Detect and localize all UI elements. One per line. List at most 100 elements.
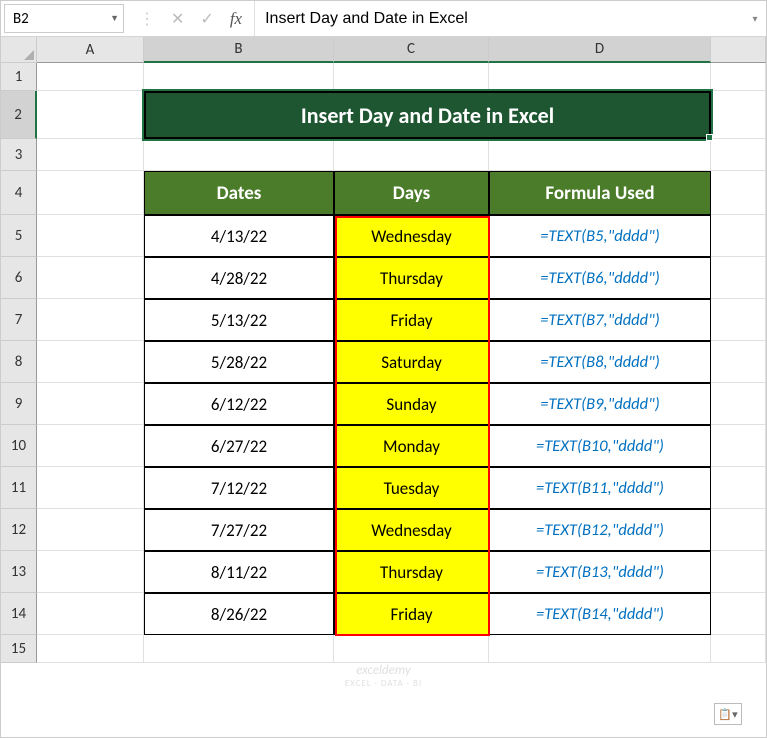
cell-B1[interactable] [144,63,334,91]
cell-formula-7[interactable]: =TEXT(B7,"dddd") [489,299,711,341]
row-header-15[interactable]: 15 [1,635,37,663]
cell-dates-13[interactable]: 8/11/22 [144,551,334,593]
row-header-13[interactable]: 13 [1,551,37,593]
cell-C1[interactable] [334,63,489,91]
header-days[interactable]: Days [334,171,489,215]
header-formula[interactable]: Formula Used [489,171,711,215]
cell-C3[interactable] [334,139,489,171]
cell-formula-6[interactable]: =TEXT(B6,"dddd") [489,257,711,299]
cell-days-14[interactable]: Friday [334,593,489,635]
cell-E11[interactable] [711,467,766,509]
cell-E13[interactable] [711,551,766,593]
cell-B3[interactable] [144,139,334,171]
cell-days-8[interactable]: Saturday [334,341,489,383]
cell-A12[interactable] [37,509,144,551]
row-header-12[interactable]: 12 [1,509,37,551]
cell-E8[interactable] [711,341,766,383]
cell-E5[interactable] [711,215,766,257]
cell-A2[interactable] [37,91,144,139]
cell-days-12[interactable]: Wednesday [334,509,489,551]
row-header-8[interactable]: 8 [1,341,37,383]
row-header-5[interactable]: 5 [1,215,37,257]
row-header-2[interactable]: 2 [1,91,37,139]
paste-options-button[interactable]: 📋▾ [714,703,742,725]
cell-formula-13[interactable]: =TEXT(B13,"dddd") [489,551,711,593]
cell-days-13[interactable]: Thursday [334,551,489,593]
cell-D1[interactable] [489,63,711,91]
cell-A8[interactable] [37,341,144,383]
cell-D3[interactable] [489,139,711,171]
cell-E6[interactable] [711,257,766,299]
cell-A10[interactable] [37,425,144,467]
cell-days-7[interactable]: Friday [334,299,489,341]
expand-formula-bar-icon[interactable]: ▾ [744,1,766,36]
cell-formula-10[interactable]: =TEXT(B10,"dddd") [489,425,711,467]
row-header-3[interactable]: 3 [1,139,37,171]
cell-days-5[interactable]: Wednesday [334,215,489,257]
cell-days-6[interactable]: Thursday [334,257,489,299]
cell-A11[interactable] [37,467,144,509]
row-header-7[interactable]: 7 [1,299,37,341]
cell-formula-8[interactable]: =TEXT(B8,"dddd") [489,341,711,383]
cell-E4[interactable] [711,171,766,215]
row-header-1[interactable]: 1 [1,63,37,91]
row-header-14[interactable]: 14 [1,593,37,635]
cell-days-11[interactable]: Tuesday [334,467,489,509]
chevron-down-icon[interactable]: ▼ [110,13,119,24]
cell-E9[interactable] [711,383,766,425]
select-all-corner[interactable] [1,37,37,63]
cell-E7[interactable] [711,299,766,341]
cell-A15[interactable] [37,635,144,663]
cell-dates-12[interactable]: 7/27/22 [144,509,334,551]
formula-bar-input[interactable] [255,1,744,36]
cell-A1[interactable] [37,63,144,91]
row-header-11[interactable]: 11 [1,467,37,509]
cell-A14[interactable] [37,593,144,635]
col-header-D[interactable]: D [489,37,711,63]
cell-E15[interactable] [711,635,766,663]
title-cell[interactable]: Insert Day and Date in Excel [144,91,711,139]
cell-A6[interactable] [37,257,144,299]
cell-B15[interactable] [144,635,334,663]
cell-dates-7[interactable]: 5/13/22 [144,299,334,341]
cell-A9[interactable] [37,383,144,425]
cell-dates-6[interactable]: 4/28/22 [144,257,334,299]
cell-E3[interactable] [711,139,766,171]
cell-A4[interactable] [37,171,144,215]
cell-days-10[interactable]: Monday [334,425,489,467]
cell-E10[interactable] [711,425,766,467]
cell-dates-10[interactable]: 6/27/22 [144,425,334,467]
cell-E14[interactable] [711,593,766,635]
row-header-9[interactable]: 9 [1,383,37,425]
cell-A3[interactable] [37,139,144,171]
cell-dates-11[interactable]: 7/12/22 [144,467,334,509]
enter-icon[interactable]: ✓ [200,9,213,29]
cell-D15[interactable] [489,635,711,663]
cell-A13[interactable] [37,551,144,593]
row-header-4[interactable]: 4 [1,171,37,215]
cell-dates-8[interactable]: 5/28/22 [144,341,334,383]
col-header-B[interactable]: B [144,37,334,63]
cell-E1[interactable] [711,63,766,91]
col-header-E[interactable] [711,37,766,63]
cell-dates-9[interactable]: 6/12/22 [144,383,334,425]
cell-dates-5[interactable]: 4/13/22 [144,215,334,257]
cancel-icon[interactable]: ✕ [171,9,184,29]
name-box[interactable]: B2 ▼ [4,4,124,33]
header-dates[interactable]: Dates [144,171,334,215]
row-header-10[interactable]: 10 [1,425,37,467]
cell-dates-14[interactable]: 8/26/22 [144,593,334,635]
row-header-6[interactable]: 6 [1,257,37,299]
selection-handle[interactable] [706,134,713,141]
cell-days-9[interactable]: Sunday [334,383,489,425]
col-header-C[interactable]: C [334,37,489,63]
cell-formula-11[interactable]: =TEXT(B11,"dddd") [489,467,711,509]
cell-A5[interactable] [37,215,144,257]
cell-E12[interactable] [711,509,766,551]
cell-C15[interactable] [334,635,489,663]
cell-formula-5[interactable]: =TEXT(B5,"dddd") [489,215,711,257]
cell-formula-14[interactable]: =TEXT(B14,"dddd") [489,593,711,635]
cell-formula-12[interactable]: =TEXT(B12,"dddd") [489,509,711,551]
col-header-A[interactable]: A [37,37,144,63]
cell-E2[interactable] [711,91,766,139]
